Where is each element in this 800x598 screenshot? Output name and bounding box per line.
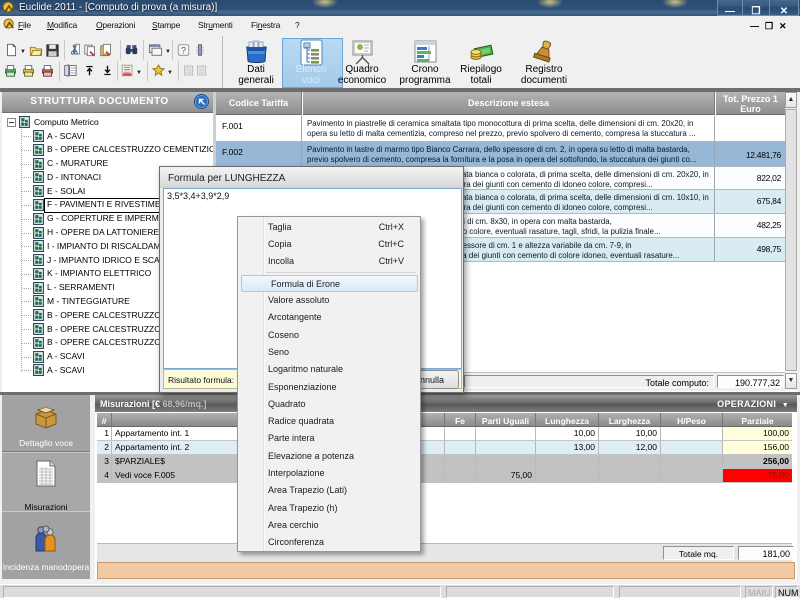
- svg-text:?: ?: [181, 45, 186, 55]
